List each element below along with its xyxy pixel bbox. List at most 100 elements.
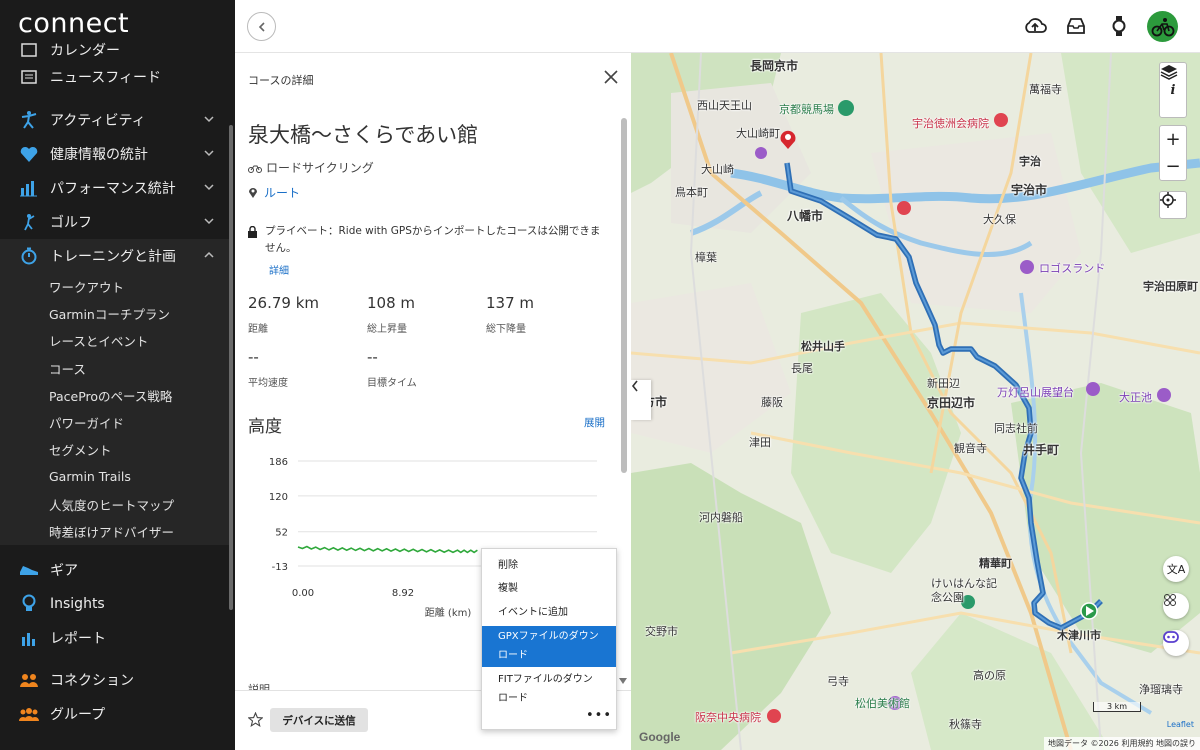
translate-icon: 文A [1166, 563, 1186, 576]
map-scale: 3 km [1093, 702, 1141, 712]
collapse-panel-button[interactable] [631, 380, 651, 420]
expand-link[interactable]: 展開 [584, 415, 605, 430]
map-label: 萬福寺 [1029, 83, 1062, 96]
sidebar-item-label: 健康情報の統計 [50, 147, 148, 163]
sidebar-item-activities[interactable]: アクティビティ [0, 103, 229, 137]
sidebar-item-label: カレンダー [50, 43, 120, 59]
sidebar-item-label: アクティビティ [50, 113, 146, 129]
sidebar-item-health-stats[interactable]: 健康情報の統計 [0, 137, 229, 171]
sidebar-item-insights[interactable]: Insights [0, 587, 229, 621]
stat-descent: 137 m 総下降量 [486, 294, 534, 335]
stat-value: -- [248, 348, 259, 366]
calendar-icon [18, 40, 40, 60]
detail-link[interactable]: 詳細 [269, 262, 289, 277]
submenu-item-garmin-trails[interactable]: Garmin Trails [0, 463, 229, 490]
map-label: 宇治 [1019, 155, 1041, 168]
map-label: ロゴスランド [1039, 262, 1106, 275]
star-icon[interactable] [248, 712, 263, 727]
map-label: 松伯美術館 [855, 697, 910, 710]
zoom-in-icon[interactable]: + [1165, 126, 1180, 153]
map-label: 交野市 [645, 625, 678, 638]
sidebar-item-label: ギア [50, 562, 78, 579]
map-attribution[interactable]: 地図データ ©2026 利用規約 地図の誤り [1044, 737, 1200, 750]
more-options-icon[interactable]: ••• [586, 708, 612, 723]
menu-item-delete[interactable]: 削除 [482, 556, 616, 575]
send-to-device-button[interactable]: デバイスに送信 [270, 708, 368, 732]
submenu-item-jetlag[interactable]: 時差ぼけアドバイザー [0, 518, 229, 545]
sidebar-item-newsfeed[interactable]: ニュースフィード [0, 60, 229, 94]
sidebar-item-label: パフォーマンス統計 [50, 181, 176, 197]
submenu-item-workouts[interactable]: ワークアウト [0, 273, 229, 300]
heart-icon [18, 143, 40, 165]
zoom-out-icon[interactable]: − [1165, 153, 1180, 180]
google-logo: Google [639, 730, 681, 744]
sidebar-item-groups[interactable]: グループ [0, 697, 229, 731]
map-label: 京田辺市 [927, 396, 976, 410]
back-button[interactable] [247, 12, 276, 41]
sidebar-item-connections[interactable]: コネクション [0, 663, 229, 697]
upload-icon[interactable] [1023, 14, 1047, 38]
sidebar-item-label: グループ [50, 706, 106, 723]
chevron-down-icon [204, 150, 214, 157]
route-link[interactable]: ルート [248, 184, 300, 201]
submenu-item-power-guide[interactable]: パワーガイド [0, 409, 229, 436]
map-label: 大山崎 [701, 163, 734, 176]
sidebar-item-training[interactable]: トレーニングと計画 [0, 239, 229, 273]
stat-ascent: 108 m 総上昇量 [367, 294, 415, 335]
submenu-item-coach-plan[interactable]: Garminコーチプラン [0, 300, 229, 327]
course-title: 泉大橋〜さくらであい館 [248, 123, 479, 147]
map-label: 津田 [749, 436, 771, 449]
stopwatch-icon [18, 245, 40, 267]
apps-button[interactable] [1163, 593, 1189, 619]
watch-icon[interactable] [1107, 14, 1131, 38]
map-view[interactable]: 長岡京市 西山天王山 京都競馬場 宇治徳洲会病院 大山崎町 大山崎 鳥本町 八幡… [631, 53, 1200, 750]
map-label: 宇治市 [1011, 183, 1048, 197]
submenu-item-courses[interactable]: コース [0, 355, 229, 382]
stat-target-time: -- 目標タイム [367, 348, 417, 389]
map-label: 秋篠寺 [949, 718, 982, 731]
close-icon[interactable] [603, 69, 619, 85]
training-submenu: ワークアウト Garminコーチプラン レースとイベント コース PacePro… [0, 273, 229, 545]
locate-button[interactable] [1159, 191, 1187, 219]
sidebar-item-gear[interactable]: ギア [0, 553, 229, 587]
submenu-item-races-events[interactable]: レースとイベント [0, 327, 229, 354]
top-header [235, 0, 1200, 53]
inbox-icon[interactable] [1064, 14, 1088, 38]
menu-item-duplicate[interactable]: 複製 [482, 579, 616, 598]
sidebar-item-performance-stats[interactable]: パフォーマンス統計 [0, 171, 229, 205]
submenu-item-heatmap[interactable]: 人気度のヒートマップ [0, 491, 229, 518]
chevron-down-icon [204, 184, 214, 191]
chevron-down-icon [204, 218, 214, 225]
layers-icon[interactable] [1160, 63, 1178, 81]
avatar[interactable] [1147, 11, 1178, 42]
sidebar-item-label: トレーニングと計画 [50, 249, 176, 265]
panel-scrollbar[interactable] [621, 118, 627, 473]
sidebar-item-label: ゴルフ [50, 215, 92, 231]
sidebar-scrollbar[interactable] [229, 125, 233, 610]
crosshair-icon [1160, 192, 1176, 208]
map-label: 大山崎町 [736, 127, 780, 140]
sidebar-item-golf[interactable]: ゴルフ [0, 205, 229, 239]
map-label: 大正池 [1119, 391, 1152, 404]
stat-distance: 26.79 km 距離 [248, 294, 319, 335]
translate-button[interactable]: 文A [1163, 556, 1189, 582]
submenu-item-pacepro[interactable]: PaceProのペース戦略 [0, 382, 229, 409]
sidebar-item-calendar[interactable]: カレンダー [0, 40, 229, 60]
menu-item-add-to-event[interactable]: イベントに追加 [482, 603, 616, 622]
assistant-button[interactable] [1163, 630, 1189, 656]
garmin-connect-logo[interactable]: connect [18, 8, 129, 39]
x-axis-label: 距離 (km) [425, 606, 472, 619]
menu-item-download-fit[interactable]: FITファイルのダウンロード [482, 670, 616, 708]
sidebar-item-reports[interactable]: レポート [0, 621, 229, 655]
stat-label: 総上昇量 [367, 324, 407, 335]
stat-value: 108 m [367, 294, 416, 312]
map-label: 阪奈中央病院 [695, 711, 761, 724]
scroll-down-icon[interactable] [619, 678, 627, 684]
y-tick-label: 186 [269, 457, 288, 468]
location-pin-icon [249, 188, 257, 198]
elevation-line [297, 545, 478, 554]
info-icon[interactable]: i [1171, 83, 1176, 98]
submenu-item-segments[interactable]: セグメント [0, 436, 229, 463]
leaflet-link[interactable]: Leaflet [1167, 720, 1194, 729]
menu-item-download-gpx[interactable]: GPXファイルのダウンロード [482, 626, 616, 667]
